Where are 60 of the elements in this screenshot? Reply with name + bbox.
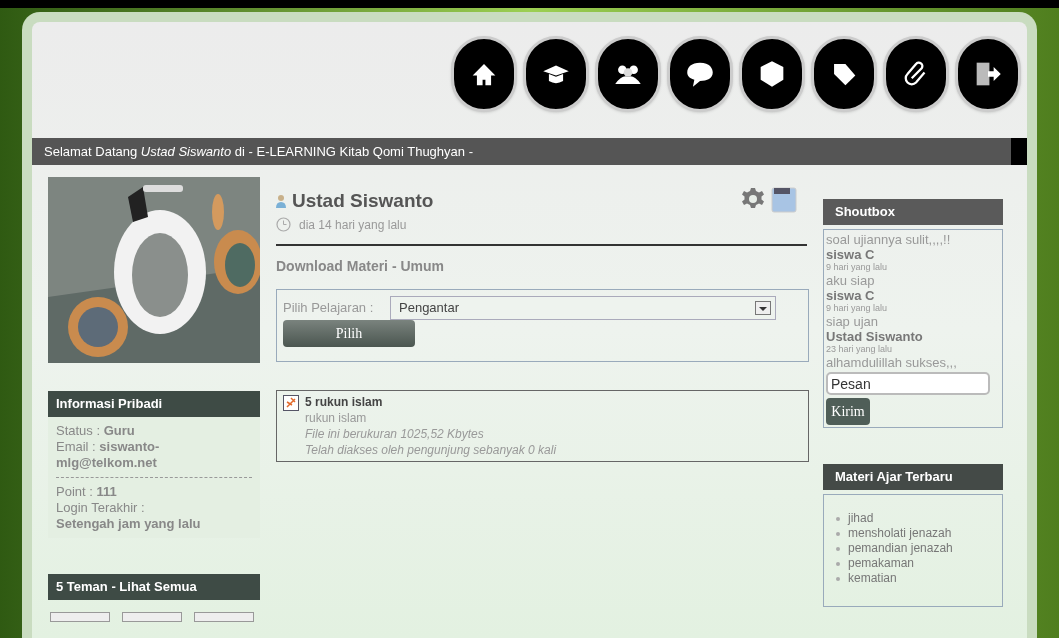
shout-time: 23 hari yang lalu — [826, 344, 894, 355]
section-header: 5 Teman - Lihat Semua — [48, 574, 260, 600]
section-header: Shoutbox — [823, 199, 1003, 225]
clock-icon — [276, 217, 291, 232]
section-header: Informasi Pribadi — [48, 391, 260, 417]
material-link[interactable]: mensholati jenazah — [848, 526, 952, 541]
file-icon — [283, 393, 299, 412]
shout-message: siap ujan — [826, 314, 880, 329]
caret-icon — [755, 300, 771, 315]
section-title: Download Materi - Umum — [276, 256, 445, 276]
material-link[interactable]: pemakaman — [848, 556, 915, 571]
section-header: Materi Ajar Terbaru — [823, 464, 1003, 490]
post-time: dia 14 hari yang lalu — [299, 216, 407, 234]
info-text: Setengah jam yang lalu — [56, 516, 202, 532]
bullet-icon — [836, 576, 840, 581]
bar-end-block — [1011, 138, 1027, 165]
user-icon — [276, 194, 286, 209]
shout-message: soal ujiannya sulit,,,,!! — [826, 232, 952, 247]
bullet-icon — [836, 531, 840, 536]
file-description: rukun islam — [305, 409, 368, 426]
settings-icon[interactable] — [741, 187, 765, 211]
welcome-text: Selamat Datang Ustad Siswanto di - E-LEARNING Kitab Qomi Thughyan - — [43, 142, 474, 161]
shout-message: aku siap — [826, 273, 876, 288]
file-title[interactable]: 5 rukun islam — [305, 393, 557, 410]
nav-button[interactable] — [523, 36, 589, 112]
message-field[interactable]: Pesan — [826, 372, 990, 395]
field-label: Pilih Pelajaran : — [283, 298, 375, 317]
nav-button[interactable] — [451, 36, 517, 112]
nav-button[interactable] — [667, 36, 733, 112]
nav-button[interactable] — [811, 36, 877, 112]
material-link[interactable]: kematian — [848, 571, 897, 586]
nav-button[interactable] — [739, 36, 805, 112]
info-text: Point : 111 — [56, 484, 118, 500]
bullet-icon — [836, 516, 840, 521]
nav-button[interactable] — [955, 36, 1021, 112]
shout-author: Ustad Siswanto — [826, 329, 924, 344]
shout-author: siswa C — [826, 247, 876, 262]
friend-thumbnail[interactable] — [122, 612, 182, 622]
shout-time: 9 hari yang lalu — [826, 303, 889, 314]
select-button[interactable]: Pilih — [283, 319, 415, 347]
log-icon[interactable] — [771, 187, 797, 213]
info-text: Email : siswanto-mlg@telkom.net — [56, 439, 161, 471]
nav-button[interactable] — [883, 36, 949, 112]
view-count: Telah diakses oleh pengunjung sebanyak 0 kali — [305, 441, 557, 458]
send-button[interactable]: Kirim — [826, 398, 870, 425]
user-name: Ustad Siswanto — [292, 189, 434, 213]
lesson-dropdown[interactable]: Pengantar — [390, 295, 776, 320]
bullet-icon — [836, 546, 840, 551]
material-link[interactable]: pemandian jenazah — [848, 541, 953, 556]
shout-time: 9 hari yang lalu — [826, 262, 889, 273]
material-link[interactable]: jihad — [848, 511, 874, 526]
shout-message: alhamdulillah sukses,,, — [826, 355, 958, 370]
info-text: Login Terakhir : — [56, 500, 146, 516]
shout-author: siswa C — [826, 288, 876, 303]
friend-thumbnail[interactable] — [50, 612, 110, 622]
file-size: File ini berukuran 1025,52 Kbytes — [305, 425, 485, 442]
nav-button[interactable] — [595, 36, 661, 112]
bullet-icon — [836, 561, 840, 566]
info-text: Status : Guru — [56, 423, 136, 439]
friend-thumbnail[interactable] — [194, 612, 254, 622]
